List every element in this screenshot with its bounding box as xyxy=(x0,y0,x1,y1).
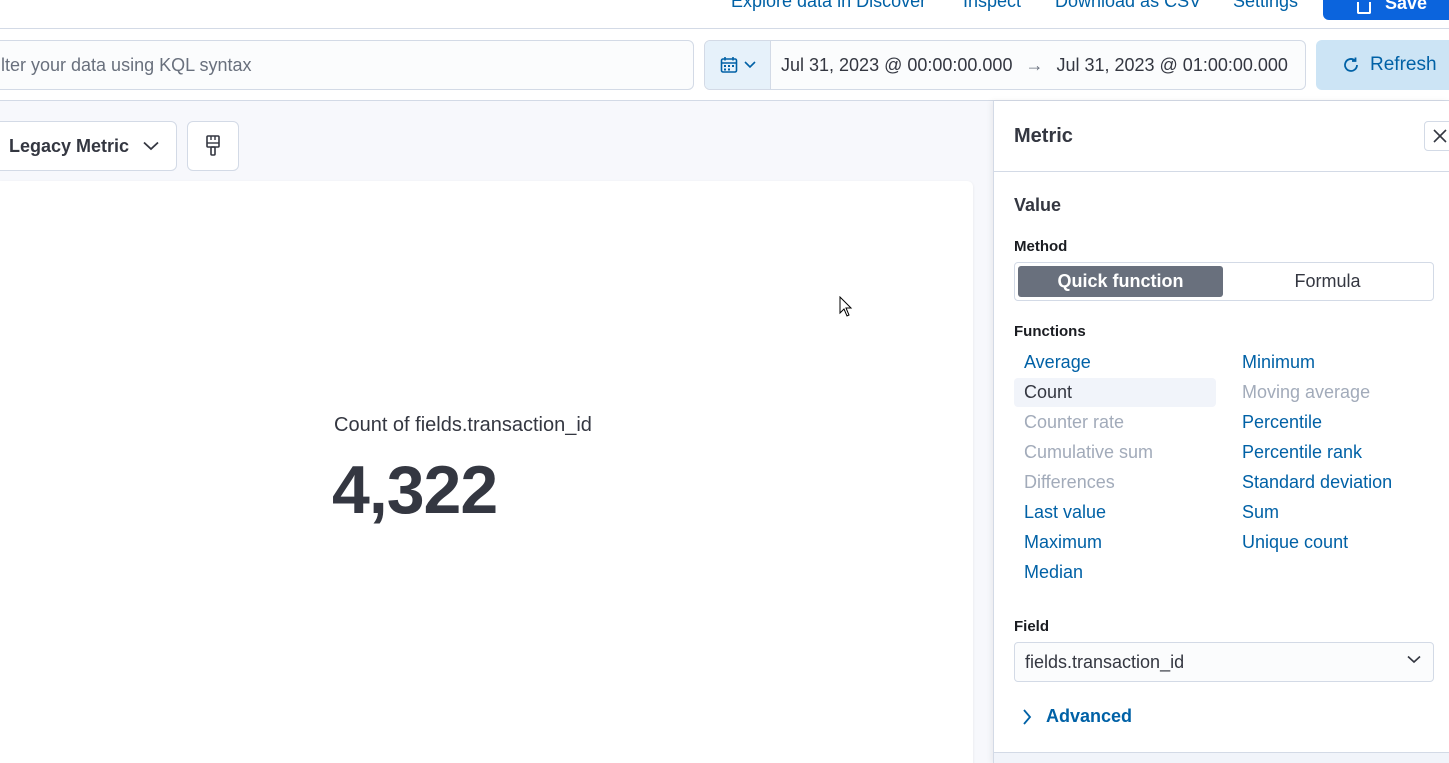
save-button[interactable]: Save xyxy=(1323,0,1449,20)
top-nav-bar: Explore data in Discover Inspect Downloa… xyxy=(0,0,1449,29)
function-unique-count[interactable]: Unique count xyxy=(1232,528,1358,557)
metric-label: Count of fields.transaction_id xyxy=(334,414,592,436)
panel-divider xyxy=(994,752,1449,763)
query-bar: lter your data using KQL syntax Jul 31, … xyxy=(0,29,1449,101)
calendar-icon xyxy=(720,57,737,73)
function-count[interactable]: Count xyxy=(1014,378,1216,407)
method-toggle-group: Quick function Formula xyxy=(1014,262,1434,301)
end-date[interactable]: Jul 31, 2023 @ 01:00:00.000 xyxy=(1056,55,1287,76)
close-icon xyxy=(1433,129,1447,143)
function-minimum[interactable]: Minimum xyxy=(1232,348,1325,377)
function-percentile-rank[interactable]: Percentile rank xyxy=(1232,438,1372,467)
function-standard-deviation[interactable]: Standard deviation xyxy=(1232,468,1402,497)
quick-function-toggle[interactable]: Quick function xyxy=(1018,266,1223,297)
style-settings-button[interactable] xyxy=(187,121,239,171)
value-section-title: Value xyxy=(1014,195,1062,215)
inspect-link[interactable]: Inspect xyxy=(963,0,1021,12)
brush-icon xyxy=(206,135,220,156)
function-counter-rate: Counter rate xyxy=(1024,412,1125,432)
mouse-cursor-icon xyxy=(839,296,853,317)
function-average[interactable]: Average xyxy=(1014,348,1101,377)
chart-type-selector[interactable]: Legacy Metric xyxy=(0,121,177,171)
formula-toggle[interactable]: Formula xyxy=(1225,266,1430,297)
function-last-value[interactable]: Last value xyxy=(1014,498,1116,527)
chart-type-label: Legacy Metric xyxy=(9,135,130,156)
function-cumulative-sum: Cumulative sum xyxy=(1024,442,1154,462)
chevron-down-icon xyxy=(743,61,756,69)
functions-label: Functions xyxy=(1014,323,1086,340)
panel-title: Metric xyxy=(1014,125,1073,147)
panel-header: Metric xyxy=(994,101,1449,172)
arrow-right-icon: → xyxy=(1025,54,1044,75)
function-maximum[interactable]: Maximum xyxy=(1014,528,1112,557)
kql-search-input[interactable]: lter your data using KQL syntax xyxy=(0,40,694,90)
download-csv-link[interactable]: Download as CSV xyxy=(1055,0,1201,12)
metric-value: 4,322 xyxy=(332,452,498,528)
function-percentile[interactable]: Percentile xyxy=(1232,408,1332,437)
dimension-editor-panel: Metric Value Method Quick function Formu… xyxy=(993,101,1449,763)
date-picker: Jul 31, 2023 @ 00:00:00.000 → Jul 31, 20… xyxy=(704,40,1306,90)
close-button[interactable] xyxy=(1424,121,1449,151)
advanced-toggle[interactable]: Advanced xyxy=(1022,706,1132,727)
function-sum[interactable]: Sum xyxy=(1232,498,1289,527)
refresh-label: Refresh xyxy=(1370,54,1437,75)
start-date[interactable]: Jul 31, 2023 @ 00:00:00.000 xyxy=(781,55,1012,76)
save-icon xyxy=(1357,2,1371,14)
refresh-icon xyxy=(1344,57,1358,72)
chevron-down-icon xyxy=(1407,655,1421,664)
chevron-right-icon xyxy=(1023,708,1032,725)
field-select[interactable]: fields.transaction_id xyxy=(1014,642,1434,682)
function-differences: Differences xyxy=(1024,472,1115,492)
field-label: Field xyxy=(1014,618,1050,635)
function-median[interactable]: Median xyxy=(1014,558,1093,587)
chevron-down-icon xyxy=(143,141,159,151)
quick-menu-button[interactable] xyxy=(705,41,771,89)
method-label: Method xyxy=(1014,238,1068,255)
visualization-workspace: Count of fields.transaction_id 4,322 xyxy=(0,181,973,763)
function-moving-average: Moving average xyxy=(1242,382,1371,402)
refresh-button[interactable]: Refresh xyxy=(1316,40,1449,90)
explore-discover-link[interactable]: Explore data in Discover xyxy=(731,0,926,12)
advanced-label: Advanced xyxy=(1046,706,1133,726)
field-value: fields.transaction_id xyxy=(1025,651,1185,672)
save-label: Save xyxy=(1385,0,1428,13)
settings-link[interactable]: Settings xyxy=(1233,0,1298,12)
